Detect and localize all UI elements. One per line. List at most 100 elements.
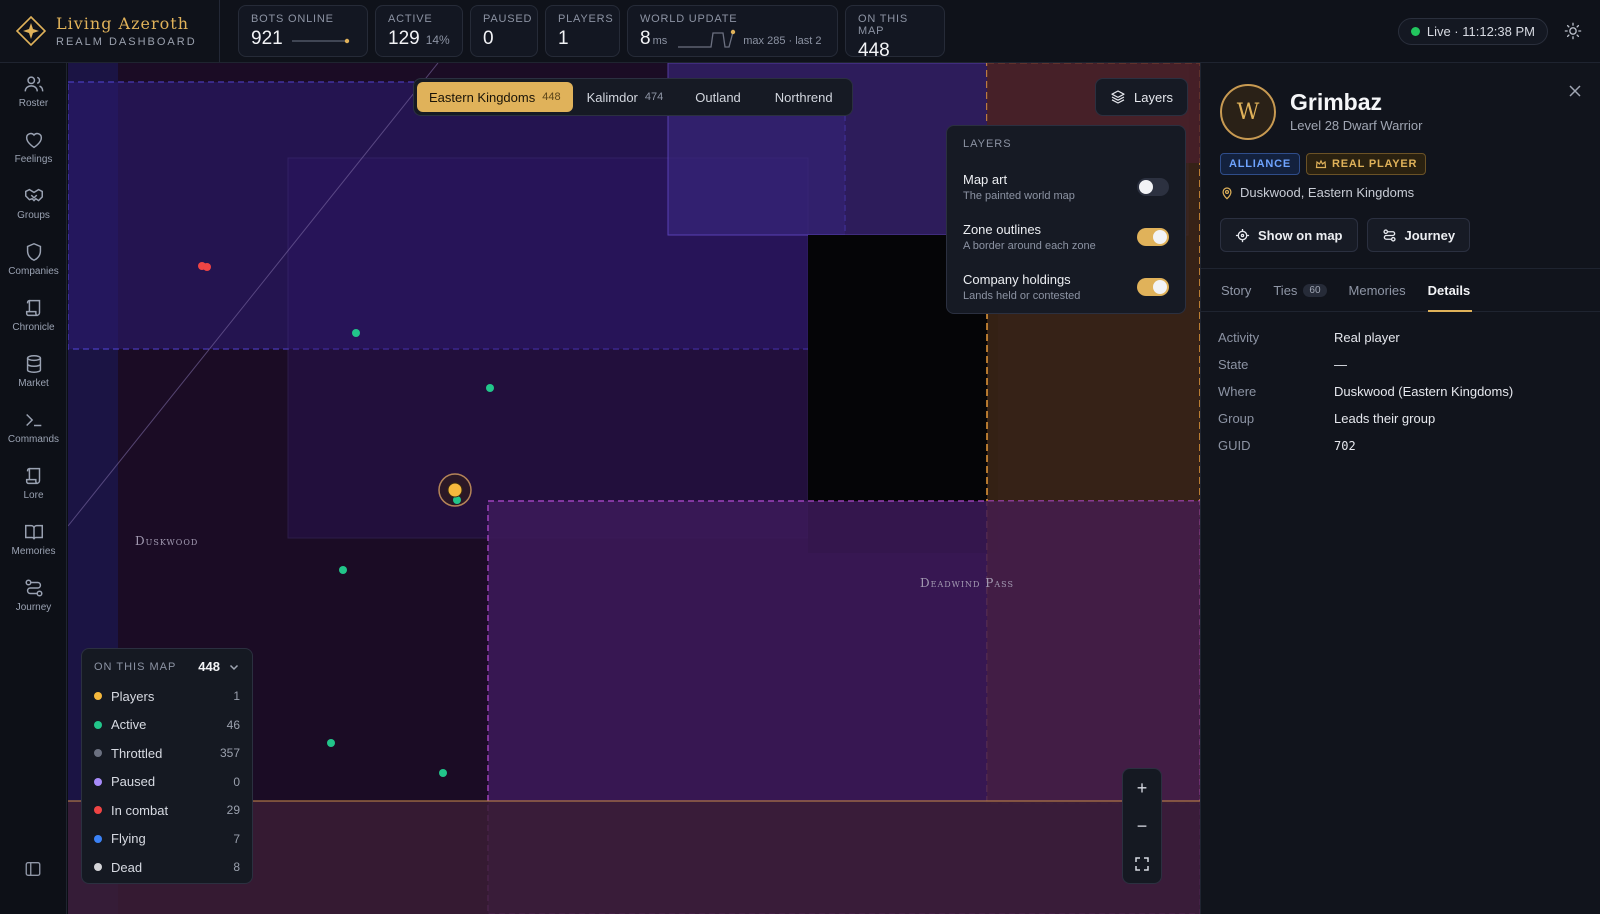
layers-icon <box>1111 90 1125 104</box>
stat-on-this-map: ON THIS MAP 448 <box>845 5 945 61</box>
tab-details[interactable]: Details <box>1427 269 1472 312</box>
legend-header[interactable]: ON THIS MAP 448 <box>94 659 240 674</box>
brand-subtitle: REALM DASHBOARD <box>56 36 197 48</box>
legend-dot-icon <box>94 777 102 786</box>
nav-feelings[interactable]: Feelings <box>0 119 67 175</box>
legend-label: Dead <box>111 859 143 875</box>
stat-sub: 14% <box>425 33 450 47</box>
detail-row: Activity Real player <box>1218 324 1588 351</box>
legend-value: 1 <box>233 689 240 704</box>
tab-northrend[interactable]: Northrend <box>761 82 847 112</box>
company-holdings-toggle[interactable] <box>1137 278 1169 296</box>
marker-active <box>486 384 494 392</box>
fullscreen-button[interactable] <box>1123 845 1161 883</box>
tab-kalimdor[interactable]: Kalimdor 474 <box>575 82 676 112</box>
nav-companies[interactable]: Companies <box>0 231 67 287</box>
nav-chronicle[interactable]: Chronicle <box>0 287 67 343</box>
nav-commands[interactable]: Commands <box>0 399 67 455</box>
zone-outlines-toggle[interactable] <box>1137 228 1169 246</box>
nav-memories[interactable]: Memories <box>0 511 67 567</box>
nav-label: Memories <box>11 546 56 557</box>
legend-dot-icon <box>94 720 102 729</box>
avatar: W <box>1220 84 1276 140</box>
tab-label: Eastern Kingdoms <box>429 89 536 105</box>
stat-active: ACTIVE 129 14% <box>375 5 463 57</box>
tab-eastern-kingdoms[interactable]: Eastern Kingdoms 448 <box>417 82 573 112</box>
terminal-icon <box>25 413 41 427</box>
book-icon <box>24 524 43 540</box>
legend-row[interactable]: Active 46 <box>94 711 240 740</box>
tab-story[interactable]: Story <box>1221 269 1251 312</box>
layer-row-map-art: Map art The painted world map <box>963 162 1169 212</box>
detail-row: Where Duskwood (Eastern Kingdoms) <box>1218 378 1588 405</box>
nav-label: Roster <box>18 98 49 109</box>
stat-value: 8 <box>640 28 651 49</box>
sidebar-toggle-icon[interactable] <box>24 860 42 878</box>
location-text: Duskwood, Eastern Kingdoms <box>1240 185 1415 200</box>
world-map[interactable]: Duskwood Deadwind Pass Eastern Kingdoms … <box>68 63 1200 914</box>
live-status[interactable]: Live · 11:12:38 PM <box>1397 18 1548 45</box>
nav-label: Feelings <box>14 154 53 165</box>
journey-button[interactable]: Journey <box>1366 218 1471 252</box>
map-art-toggle[interactable] <box>1137 178 1169 196</box>
nav-label: Chronicle <box>12 322 55 333</box>
database-icon <box>26 355 41 373</box>
legend-dot-icon <box>94 692 102 701</box>
stat-value: 129 <box>388 28 420 49</box>
nav-label: Groups <box>17 210 50 221</box>
nav-roster[interactable]: Roster <box>0 63 67 119</box>
nav-market[interactable]: Market <box>0 343 67 399</box>
layer-desc: A border around each zone <box>963 240 1096 252</box>
legend-value: 8 <box>233 860 240 875</box>
marker-active <box>439 769 447 777</box>
brand-title: Living Azeroth <box>56 14 189 33</box>
legend-row[interactable]: Dead 8 <box>94 853 240 882</box>
tab-memories[interactable]: Memories <box>1349 269 1406 312</box>
nav-journey[interactable]: Journey <box>0 567 67 623</box>
legend-row[interactable]: Players 1 <box>94 682 240 711</box>
detail-key: State <box>1218 357 1249 372</box>
nav-label: Journey <box>15 602 52 613</box>
legend-label: In combat <box>111 802 169 818</box>
detail-value: Real player <box>1334 330 1400 345</box>
layer-name: Map art <box>963 172 1008 187</box>
route-icon <box>1382 228 1396 242</box>
legend-label: Throttled <box>111 745 163 761</box>
nav-groups[interactable]: Groups <box>0 175 67 231</box>
layer-name: Zone outlines <box>963 222 1042 237</box>
scroll-icon <box>25 467 40 485</box>
legend-row[interactable]: Throttled 357 <box>94 739 240 768</box>
legend-row[interactable]: Flying 7 <box>94 825 240 854</box>
show-on-map-button[interactable]: Show on map <box>1220 218 1358 252</box>
nav-label: Commands <box>7 434 60 445</box>
tab-outland[interactable]: Outland <box>677 82 759 112</box>
legend-total: 448 <box>198 659 220 674</box>
legend-row[interactable]: Paused 0 <box>94 768 240 797</box>
brand[interactable]: Living Azeroth REALM DASHBOARD <box>0 0 220 62</box>
live-label: Live · 11:12:38 PM <box>1426 24 1535 39</box>
legend-value: 357 <box>219 746 240 761</box>
zoom-in-button[interactable]: + <box>1123 769 1161 807</box>
stat-unit: ms <box>652 35 668 47</box>
map-legend: ON THIS MAP 448 Players 1 Active 46 Throttle… <box>81 648 253 884</box>
tab-label: Kalimdor <box>586 89 638 105</box>
character-subtitle: Level 28 Dwarf Warrior <box>1290 118 1423 133</box>
close-icon[interactable] <box>1567 83 1583 99</box>
nav-lore[interactable]: Lore <box>0 455 67 511</box>
nav-label: Market <box>18 378 49 389</box>
sun-icon[interactable] <box>1564 22 1582 40</box>
zoom-out-button[interactable]: − <box>1123 807 1161 845</box>
stat-label: BOTS ONLINE <box>251 13 334 25</box>
tab-ties[interactable]: Ties 60 <box>1273 269 1327 312</box>
layers-button[interactable]: Layers <box>1095 78 1189 116</box>
nav-label: Companies <box>8 266 59 277</box>
legend-label: Players <box>111 688 155 704</box>
fullscreen-icon <box>1135 857 1149 871</box>
zone-label-duskwood: Duskwood <box>135 534 199 548</box>
character-panel: W Grimbaz Level 28 Dwarf Warrior ALLIANC… <box>1200 63 1600 914</box>
legend-row[interactable]: In combat 29 <box>94 796 240 825</box>
stat-label: ACTIVE <box>388 13 433 25</box>
nav-label: Lore <box>23 490 44 501</box>
chevron-down-icon[interactable] <box>228 661 240 673</box>
real-player-label: REAL PLAYER <box>1332 158 1418 170</box>
